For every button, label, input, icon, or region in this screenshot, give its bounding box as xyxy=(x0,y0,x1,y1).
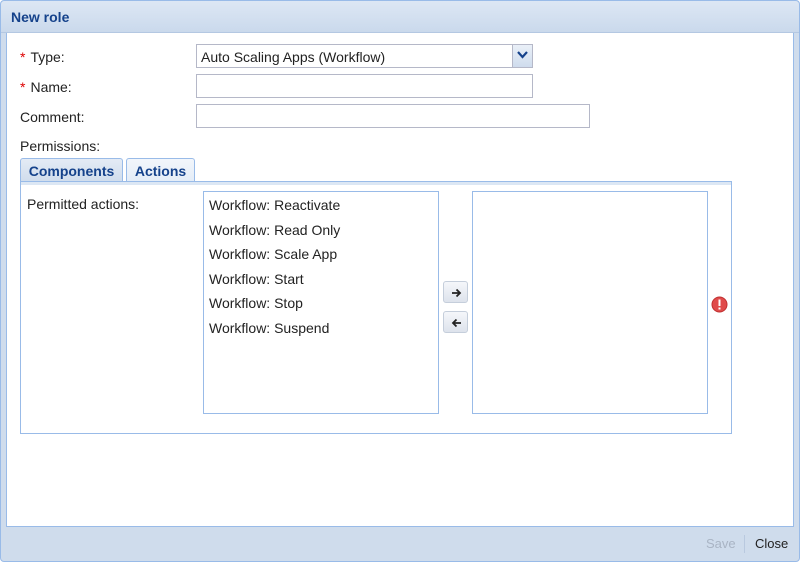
close-button[interactable]: Close xyxy=(755,536,788,551)
permitted-actions-label: Permitted actions: xyxy=(27,196,140,212)
available-actions-list[interactable]: Workflow: Reactivate Workflow: Read Only… xyxy=(203,191,439,414)
dialog-titlebar[interactable]: New role xyxy=(1,1,799,33)
dialog-title: New role xyxy=(11,9,70,25)
save-button[interactable]: Save xyxy=(706,536,736,551)
name-label: * Name: xyxy=(20,79,72,95)
tab-components[interactable]: Components xyxy=(20,158,123,183)
error-icon xyxy=(711,296,728,313)
list-item[interactable]: Workflow: Reactivate xyxy=(204,193,438,218)
new-role-dialog: New role * Type: Auto Scaling Apps (Workf… xyxy=(0,0,800,562)
arrow-left-icon xyxy=(451,318,461,328)
list-item[interactable]: Workflow: Read Only xyxy=(204,218,438,243)
name-label-text: Name: xyxy=(30,79,72,95)
permissions-label: Permissions: xyxy=(20,138,101,154)
list-item[interactable]: Workflow: Stop xyxy=(204,291,438,316)
type-label-text: Type: xyxy=(30,49,65,65)
footer-separator xyxy=(744,535,745,553)
comment-field[interactable] xyxy=(196,104,590,128)
add-action-button[interactable] xyxy=(443,281,468,303)
required-marker: * xyxy=(20,79,26,95)
type-combobox-trigger[interactable] xyxy=(512,45,532,67)
comment-label: Comment: xyxy=(20,109,85,125)
list-item[interactable]: Workflow: Scale App xyxy=(204,242,438,267)
type-combobox[interactable]: Auto Scaling Apps (Workflow) xyxy=(196,44,533,68)
remove-action-button[interactable] xyxy=(443,311,468,333)
name-field[interactable] xyxy=(196,74,533,98)
type-label: * Type: xyxy=(20,49,65,65)
chevron-down-icon xyxy=(517,51,528,59)
required-marker: * xyxy=(20,49,26,65)
type-combobox-value: Auto Scaling Apps (Workflow) xyxy=(201,49,386,65)
actions-panel: Permitted actions: Workflow: Reactivate … xyxy=(20,185,732,434)
tab-actions[interactable]: Actions xyxy=(126,158,195,183)
dialog-body: * Type: Auto Scaling Apps (Workflow) * Nam… xyxy=(6,33,794,527)
arrow-right-icon xyxy=(452,288,462,298)
list-item[interactable]: Workflow: Suspend xyxy=(204,316,438,341)
selected-actions-list[interactable] xyxy=(472,191,708,414)
list-item[interactable]: Workflow: Start xyxy=(204,267,438,292)
